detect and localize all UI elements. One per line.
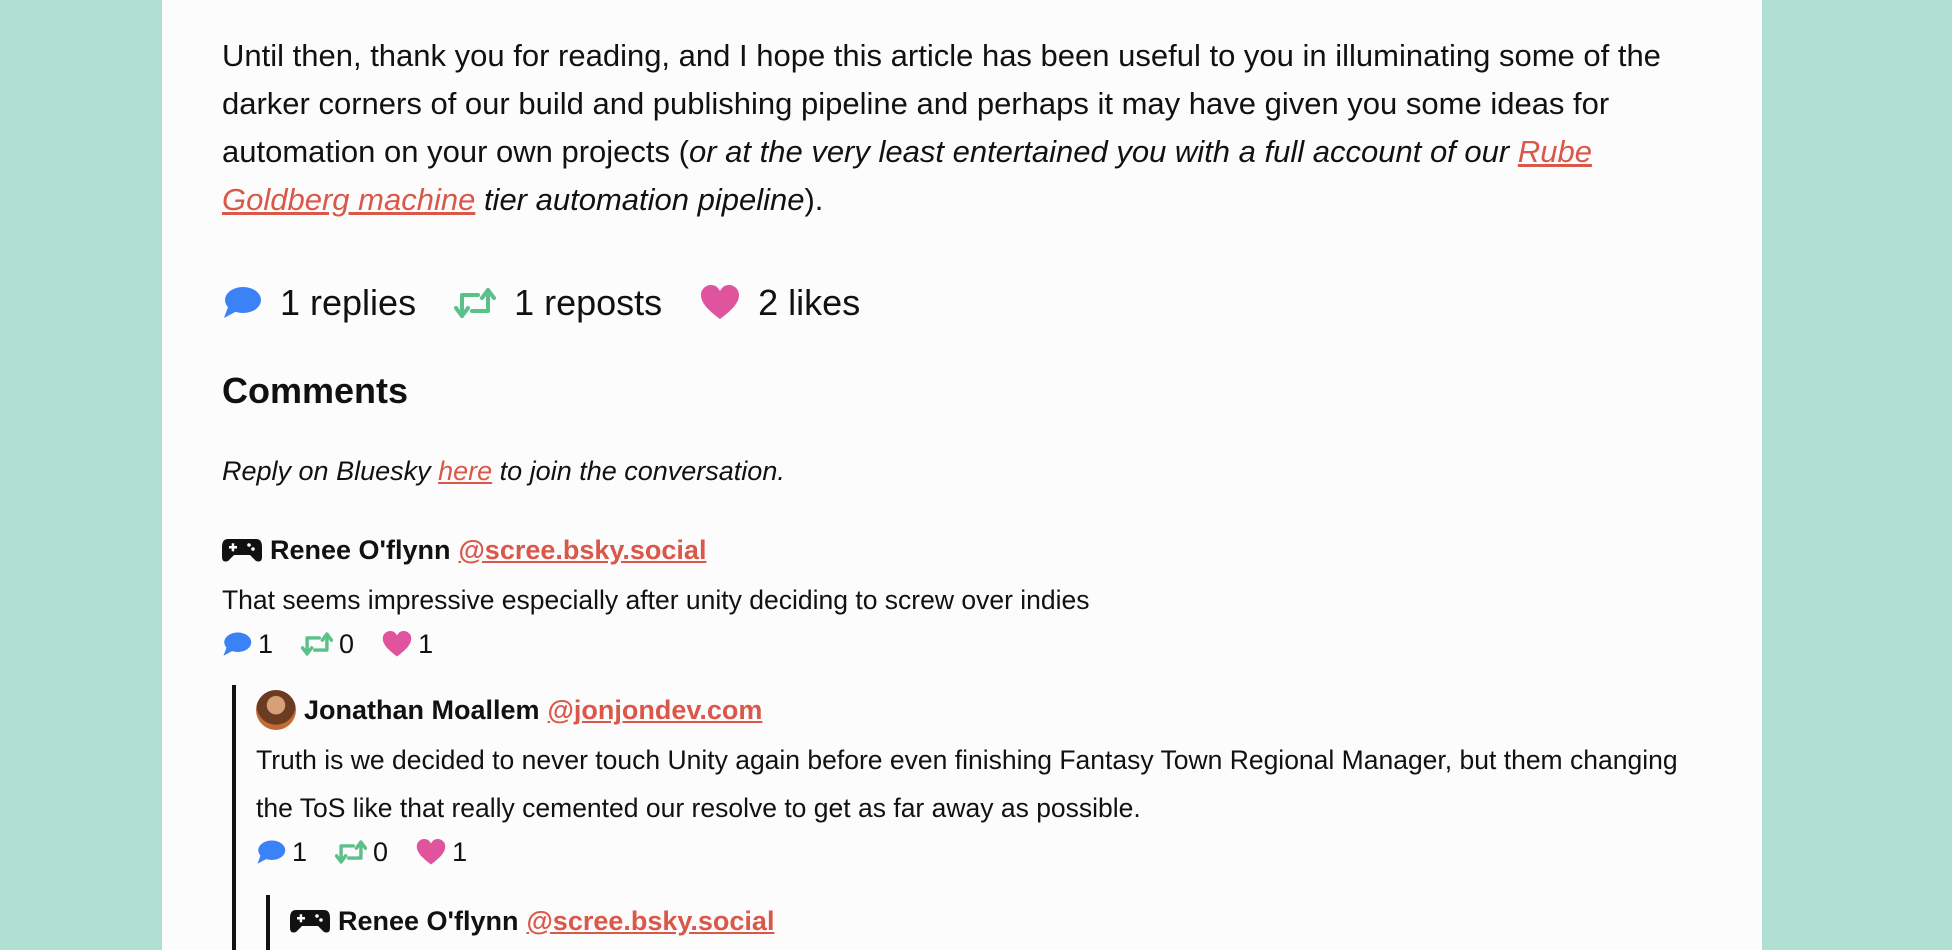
reply-note-suffix: to join the conversation. — [492, 456, 785, 486]
post-stats: 1 replies 1 reposts 2 likes — [222, 282, 898, 324]
thread-line — [232, 685, 236, 950]
comment-author-name: Renee O'flynn — [338, 905, 519, 936]
comment-header: Jonathan Moallem @jonjondev.com — [256, 690, 1716, 730]
repost-icon — [454, 288, 497, 318]
comment-likes: 1 — [382, 629, 433, 660]
reply-bubble-icon — [224, 287, 261, 318]
heart-icon — [701, 285, 740, 319]
repost-icon — [301, 632, 334, 656]
gamepad-avatar-icon — [222, 539, 262, 562]
comment-replies: 1 — [222, 629, 273, 660]
comments-heading: Comments — [222, 370, 409, 411]
comment-stats: 1 0 1 — [256, 832, 1716, 872]
comment-likes-count: 1 — [418, 628, 434, 659]
avatar — [256, 690, 296, 730]
page: Until then, thank you for reading, and I… — [162, 0, 1762, 950]
closing-italic-text: or at the very least entertained you wit… — [688, 134, 1518, 169]
reply-note-prefix: Reply on Bluesky — [222, 456, 439, 486]
comment-replies-count: 1 — [292, 836, 308, 867]
closing-end: ). — [804, 182, 824, 217]
comment-author-name: Jonathan Moallem — [304, 694, 540, 725]
heart-icon — [416, 838, 446, 864]
gamepad-avatar-icon — [290, 910, 330, 933]
repost-icon — [335, 840, 368, 864]
comment-item: Jonathan Moallem @jonjondev.com Truth is… — [256, 690, 1716, 872]
comment-author-name: Renee O'flynn — [270, 534, 451, 565]
comment-likes-count: 1 — [452, 836, 468, 867]
reply-on-bluesky-note: Reply on Bluesky here to join the conver… — [222, 456, 785, 487]
replies-stat: 1 replies — [222, 282, 416, 324]
reposts-stat: 1 reposts — [454, 282, 662, 324]
comment-author-handle[interactable]: @scree.bsky.social — [458, 535, 706, 566]
comment-text: Truth is we decided to never touch Unity… — [256, 745, 1678, 823]
reply-bubble-icon — [257, 840, 286, 864]
comment-reposts: 0 — [335, 837, 388, 868]
likes-count: 2 likes — [758, 282, 861, 323]
heart-icon — [382, 630, 412, 656]
reply-bubble-icon — [223, 632, 252, 656]
comment-text: That seems impressive especially after u… — [222, 585, 1090, 615]
comment-replies: 1 — [256, 837, 307, 868]
closing-italic-text-2: tier automation pipeline — [475, 182, 805, 217]
comment-stats: 1 0 1 — [222, 624, 1090, 664]
comment-header: Renee O'flynn @scree.bsky.social — [222, 530, 1090, 570]
reply-here-link[interactable]: here — [438, 456, 492, 486]
replies-count: 1 replies — [280, 282, 417, 323]
thread-line — [266, 895, 270, 950]
comment-reposts-count: 0 — [339, 628, 355, 659]
comment-reposts-count: 0 — [373, 836, 389, 867]
comment-item: Renee O'flynn @scree.bsky.social — [290, 901, 774, 941]
likes-stat: 2 likes — [700, 282, 860, 324]
comment-item: Renee O'flynn @scree.bsky.social That se… — [222, 530, 1090, 664]
comment-reposts: 0 — [301, 629, 354, 660]
comment-replies-count: 1 — [258, 628, 274, 659]
comment-author-handle[interactable]: @jonjondev.com — [548, 695, 763, 726]
comment-author-handle[interactable]: @scree.bsky.social — [526, 906, 774, 937]
comment-likes: 1 — [416, 837, 467, 868]
article-closing-paragraph: Until then, thank you for reading, and I… — [222, 0, 1702, 224]
comment-header: Renee O'flynn @scree.bsky.social — [290, 901, 774, 941]
reposts-count: 1 reposts — [514, 282, 663, 323]
article-content: Until then, thank you for reading, and I… — [222, 0, 1702, 950]
